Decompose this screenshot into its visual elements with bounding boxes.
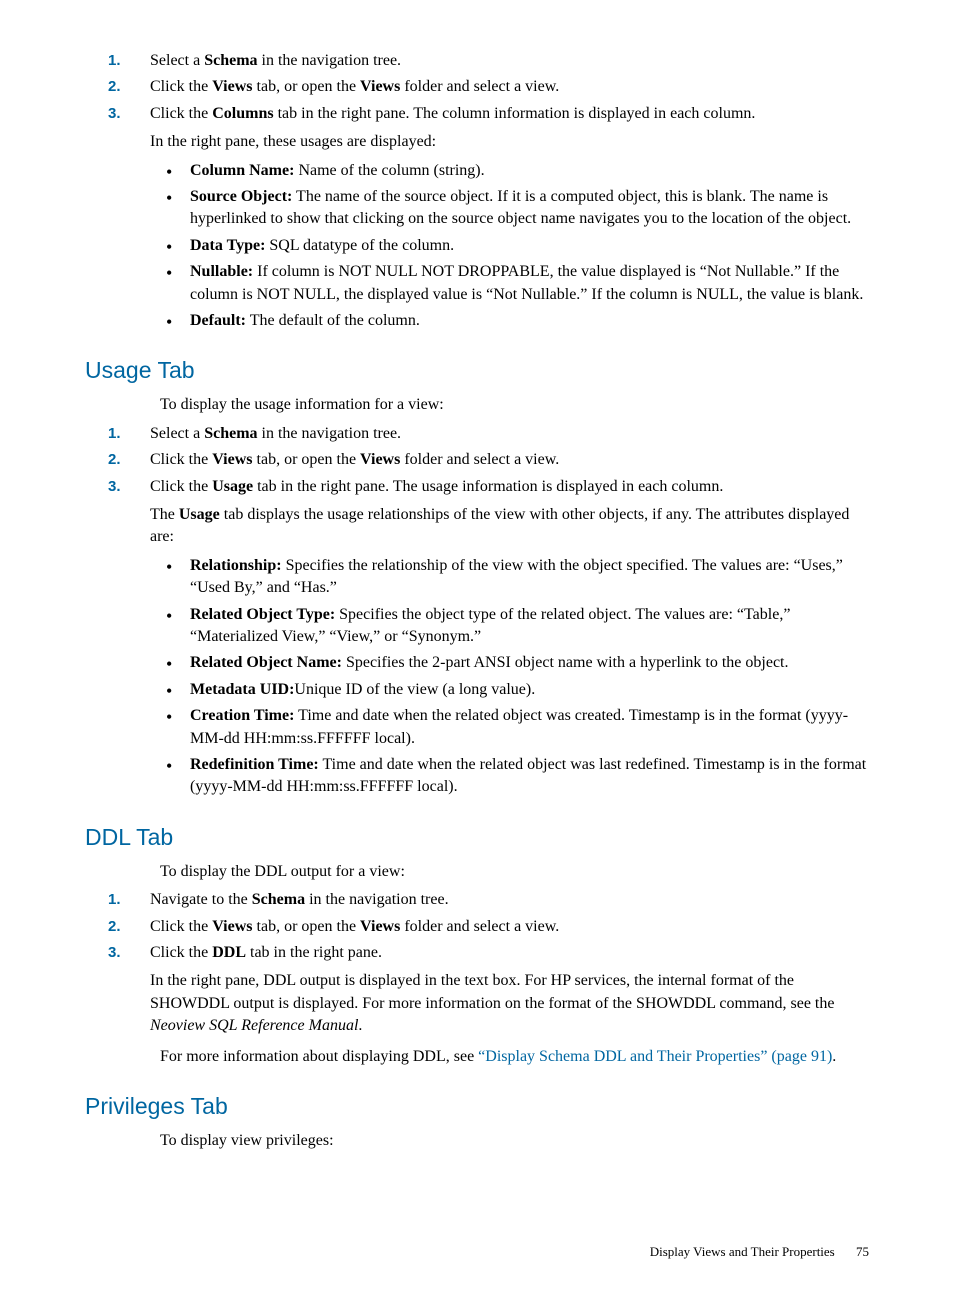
step-3: 3. Click the DDL tab in the right pane. … [150, 942, 869, 1038]
step-text: Select a Schema in the navigation tree. [150, 52, 401, 69]
bullet-redefinition-time: Redefinition Time: Time and date when th… [190, 754, 869, 799]
step-subtext: The Usage tab displays the usage relatio… [150, 504, 869, 549]
step-text: Click the Views tab, or open the Views f… [150, 451, 559, 468]
step-text: Select a Schema in the navigation tree. [150, 425, 401, 442]
step-number: 1. [108, 50, 121, 71]
privileges-tab-heading: Privileges Tab [85, 1090, 869, 1122]
page-footer: Display Views and Their Properties 75 [85, 1243, 869, 1261]
step-number: 3. [108, 476, 121, 497]
step-1: 1. Select a Schema in the navigation tre… [150, 423, 869, 445]
step-2: 2. Click the Views tab, or open the View… [150, 449, 869, 471]
step-number: 2. [108, 76, 121, 97]
bullet-related-object-type: Related Object Type: Specifies the objec… [190, 604, 869, 649]
usage-bullets: Relationship: Specifies the relationship… [150, 555, 869, 799]
ddl-more-info: For more information about displaying DD… [160, 1046, 869, 1068]
bullet-related-object-name: Related Object Name: Specifies the 2-par… [190, 652, 869, 674]
bullet-creation-time: Creation Time: Time and date when the re… [190, 705, 869, 750]
ddl-tab-heading: DDL Tab [85, 821, 869, 853]
step-text: Navigate to the Schema in the navigation… [150, 891, 449, 908]
step-3: 3. Click the Columns tab in the right pa… [150, 103, 869, 333]
step-number: 1. [108, 889, 121, 910]
bullet-column-name: Column Name: Name of the column (string)… [190, 160, 869, 182]
columns-bullets: Column Name: Name of the column (string)… [150, 160, 869, 333]
ddl-steps: 1. Navigate to the Schema in the navigat… [85, 889, 869, 1037]
ddl-intro: To display the DDL output for a view: [160, 861, 869, 883]
step-1: 1. Select a Schema in the navigation tre… [150, 50, 869, 72]
step-number: 2. [108, 916, 121, 937]
usage-steps: 1. Select a Schema in the navigation tre… [85, 423, 869, 799]
display-schema-ddl-link[interactable]: “Display Schema DDL and Their Properties… [478, 1048, 832, 1065]
usage-tab-heading: Usage Tab [85, 354, 869, 386]
step-subtext: In the right pane, these usages are disp… [150, 131, 869, 153]
step-number: 2. [108, 449, 121, 470]
step-2: 2. Click the Views tab, or open the View… [150, 916, 869, 938]
bullet-nullable: Nullable: If column is NOT NULL NOT DROP… [190, 261, 869, 306]
step-3: 3. Click the Usage tab in the right pane… [150, 476, 869, 799]
step-text: Click the Views tab, or open the Views f… [150, 78, 559, 95]
step-number: 3. [108, 942, 121, 963]
bullet-source-object: Source Object: The name of the source ob… [190, 186, 869, 231]
step-text: Click the Views tab, or open the Views f… [150, 918, 559, 935]
page-number: 75 [856, 1243, 869, 1261]
privileges-intro: To display view privileges: [160, 1130, 869, 1152]
step-text: Click the Columns tab in the right pane.… [150, 105, 755, 122]
bullet-default: Default: The default of the column. [190, 310, 869, 332]
usage-intro: To display the usage information for a v… [160, 394, 869, 416]
step-number: 3. [108, 103, 121, 124]
step-subtext: In the right pane, DDL output is display… [150, 970, 869, 1037]
step-text: Click the Usage tab in the right pane. T… [150, 478, 723, 495]
footer-title: Display Views and Their Properties [650, 1244, 835, 1259]
bullet-metadata-uid: Metadata UID:Unique ID of the view (a lo… [190, 679, 869, 701]
step-1: 1. Navigate to the Schema in the navigat… [150, 889, 869, 911]
columns-steps: 1. Select a Schema in the navigation tre… [85, 50, 869, 332]
bullet-data-type: Data Type: SQL datatype of the column. [190, 235, 869, 257]
step-2: 2. Click the Views tab, or open the View… [150, 76, 869, 98]
bullet-relationship: Relationship: Specifies the relationship… [190, 555, 869, 600]
step-text: Click the DDL tab in the right pane. [150, 944, 382, 961]
step-number: 1. [108, 423, 121, 444]
